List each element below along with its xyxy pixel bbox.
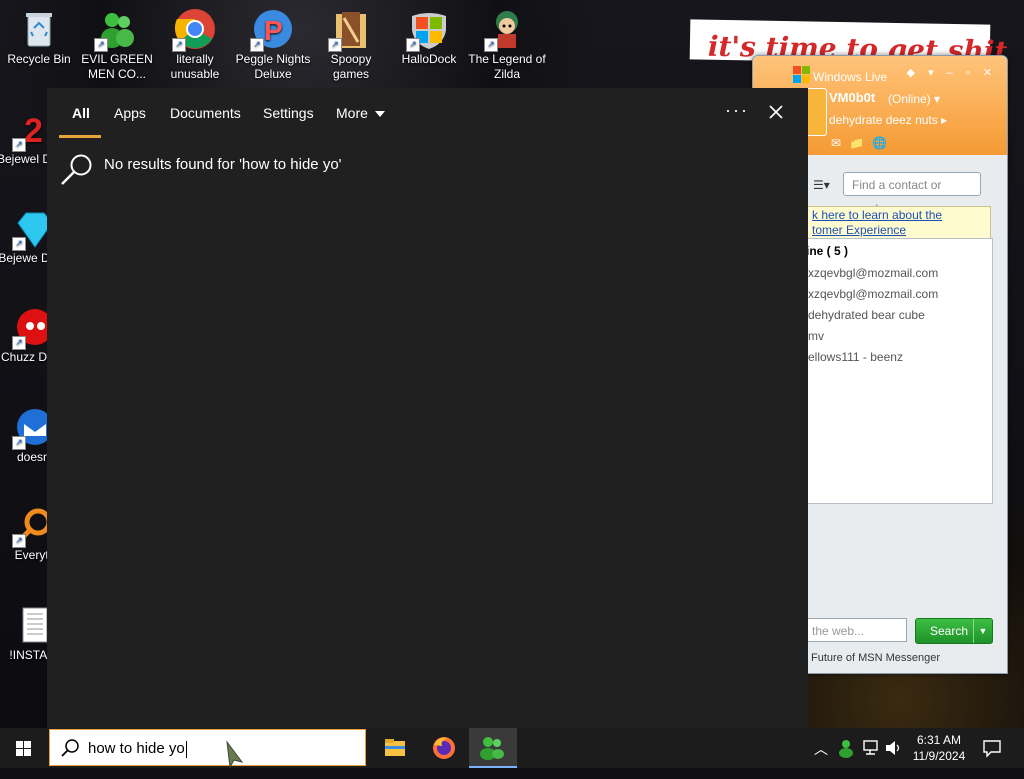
shortcut-arrow-icon: ↗: [12, 237, 26, 251]
shortcut-arrow-icon: ↗: [12, 534, 26, 548]
firefox-icon: [433, 737, 455, 759]
banner-link-line2[interactable]: tomer Experience: [812, 223, 906, 237]
chrome-icon: ↗: [172, 8, 216, 52]
shortcut-arrow-icon: ↗: [484, 38, 498, 52]
contact-item[interactable]: dehydrated bear cube: [808, 308, 925, 322]
msn-title: Windows Live: [813, 70, 888, 84]
msn-footer-text[interactable]: Future of MSN Messenger: [811, 652, 940, 664]
desktop-icon-label: Spoopy games: [330, 52, 372, 81]
peggle-icon: P ↗: [250, 8, 294, 52]
msn-tray-icon[interactable]: [838, 738, 856, 778]
msn-display-name[interactable]: VM0b0t: [829, 90, 875, 105]
shortcut-arrow-icon: ↗: [12, 138, 26, 152]
zilda-character-icon: ↗: [484, 8, 528, 52]
start-button[interactable]: [0, 728, 48, 768]
contact-group-header[interactable]: ine ( 5 ): [806, 244, 848, 258]
search-button-label: Search: [930, 624, 969, 638]
taskbar: how to hide yo ︿ 6:31 AM 11/9/2024: [0, 728, 1024, 768]
search-icon: [59, 152, 95, 188]
search-button[interactable]: Search ▼: [915, 618, 993, 644]
search-results-panel: All Apps Documents Settings More ··· No …: [47, 88, 808, 728]
msn-buddy-icon: [480, 737, 504, 760]
contact-item[interactable]: ellows111 - beenz: [808, 350, 903, 364]
tab-all[interactable]: All: [72, 88, 90, 138]
close-icon: [769, 105, 783, 119]
clock-date: 11/9/2024: [912, 749, 966, 763]
desktop-icon-chrome[interactable]: ↗ literally unusable: [156, 2, 234, 82]
msn-messenger-taskbar-button[interactable]: [469, 728, 517, 768]
clock[interactable]: 6:31 AM 11/9/2024: [906, 732, 972, 764]
contact-item[interactable]: xzqevbgl@mozmail.com: [808, 266, 938, 280]
folder-icon: ↗: [328, 8, 372, 52]
desktop-icon-recycle-bin[interactable]: Recycle Bin: [0, 2, 78, 67]
chevron-down-icon: [374, 111, 385, 118]
volume-icon[interactable]: [884, 738, 902, 778]
shortcut-arrow-icon: ↗: [12, 436, 26, 450]
folder-icon: [385, 739, 405, 756]
desktop-icon-label: The Legend of Zilda: [468, 52, 546, 81]
desktop-icon-spoopy-games[interactable]: ↗ Spoopy games: [312, 2, 390, 82]
contact-item[interactable]: xzqevbgl@mozmail.com: [808, 287, 938, 301]
clock-time: 6:31 AM: [916, 733, 962, 747]
contact-item[interactable]: mv: [808, 329, 824, 343]
windows-shield-icon: ↗: [406, 8, 450, 52]
msn-toolbar-icons[interactable]: ✉📁🌐: [831, 136, 895, 150]
msn-personal-message[interactable]: dehydrate deez nuts ▸: [829, 113, 947, 127]
desktop-icon-label: EVIL GREEN MEN CO...: [81, 52, 153, 81]
chevron-up-icon[interactable]: ︿: [814, 739, 828, 779]
tab-settings[interactable]: Settings: [263, 88, 314, 138]
shortcut-arrow-icon: ↗: [94, 38, 108, 52]
active-tab-indicator: [59, 135, 101, 138]
find-contact-input[interactable]: Find a contact or numbe: [843, 172, 981, 216]
shortcut-arrow-icon: ↗: [172, 38, 186, 52]
recycle-bin-icon: [18, 8, 60, 50]
msn-info-banner[interactable]: k here to learn about the tomer Experien…: [793, 206, 991, 240]
close-button[interactable]: [761, 97, 791, 127]
contact-list[interactable]: ine ( 5 ) xzqevbgl@mozmail.com xzqevbgl@…: [793, 238, 993, 504]
search-query: how to hide yo: [88, 740, 187, 758]
web-search-input[interactable]: the web...: [793, 618, 907, 642]
list-view-icon[interactable]: ☰▾: [813, 178, 830, 192]
taskbar-search-input[interactable]: how to hide yo: [49, 729, 366, 768]
search-tabs: All Apps Documents Settings More ···: [47, 88, 808, 138]
search-query-text: how to hide yo: [88, 740, 185, 757]
shortcut-arrow-icon: ↗: [406, 38, 420, 52]
desktop-icon-hallodock[interactable]: ↗ HalloDock: [390, 2, 468, 67]
desktop-icon-label: HalloDock: [401, 52, 457, 66]
tab-documents[interactable]: Documents: [170, 88, 241, 138]
network-icon[interactable]: [862, 738, 880, 778]
desktop-icon-label: Recycle Bin: [7, 52, 71, 66]
svg-text:P: P: [264, 15, 283, 46]
svg-text:2: 2: [24, 112, 43, 150]
file-explorer-taskbar-button[interactable]: [371, 728, 419, 768]
desktop-icon-peggle[interactable]: P ↗ Peggle Nights Deluxe: [234, 2, 312, 82]
banner-link-line1[interactable]: k here to learn about the: [812, 208, 942, 222]
green-men-icon: ↗: [94, 8, 138, 52]
notification-center-icon[interactable]: [982, 738, 1002, 778]
shortcut-arrow-icon: ↗: [12, 336, 26, 350]
tab-apps[interactable]: Apps: [114, 88, 146, 138]
shortcut-arrow-icon: ↗: [250, 38, 264, 52]
desktop-icon-label: literally unusable: [170, 52, 220, 81]
desktop-icon-evil-green-men[interactable]: ↗ EVIL GREEN MEN CO...: [78, 2, 156, 82]
mouse-cursor-icon: [226, 740, 244, 768]
msn-status[interactable]: (Online) ▾: [888, 92, 940, 106]
firefox-taskbar-button[interactable]: [420, 728, 468, 768]
tab-more-label: More: [336, 105, 368, 121]
desktop-icon-label: Peggle Nights Deluxe: [235, 52, 311, 81]
msn-window-controls[interactable]: ◆ ▾ – ▫ ✕: [907, 66, 997, 79]
more-options-button[interactable]: ···: [725, 100, 749, 121]
text-caret: [185, 740, 187, 758]
search-icon: [61, 739, 79, 757]
tab-more[interactable]: More: [336, 88, 385, 138]
windows-live-logo-icon: [793, 66, 810, 83]
shortcut-arrow-icon: ↗: [328, 38, 342, 52]
chevron-down-icon[interactable]: ▼: [973, 619, 992, 643]
no-results-message: No results found for 'how to hide yo': [104, 156, 342, 173]
windows-logo-icon: [16, 741, 31, 756]
desktop-icon-legend-of-zilda[interactable]: ↗ The Legend of Zilda: [468, 2, 546, 82]
